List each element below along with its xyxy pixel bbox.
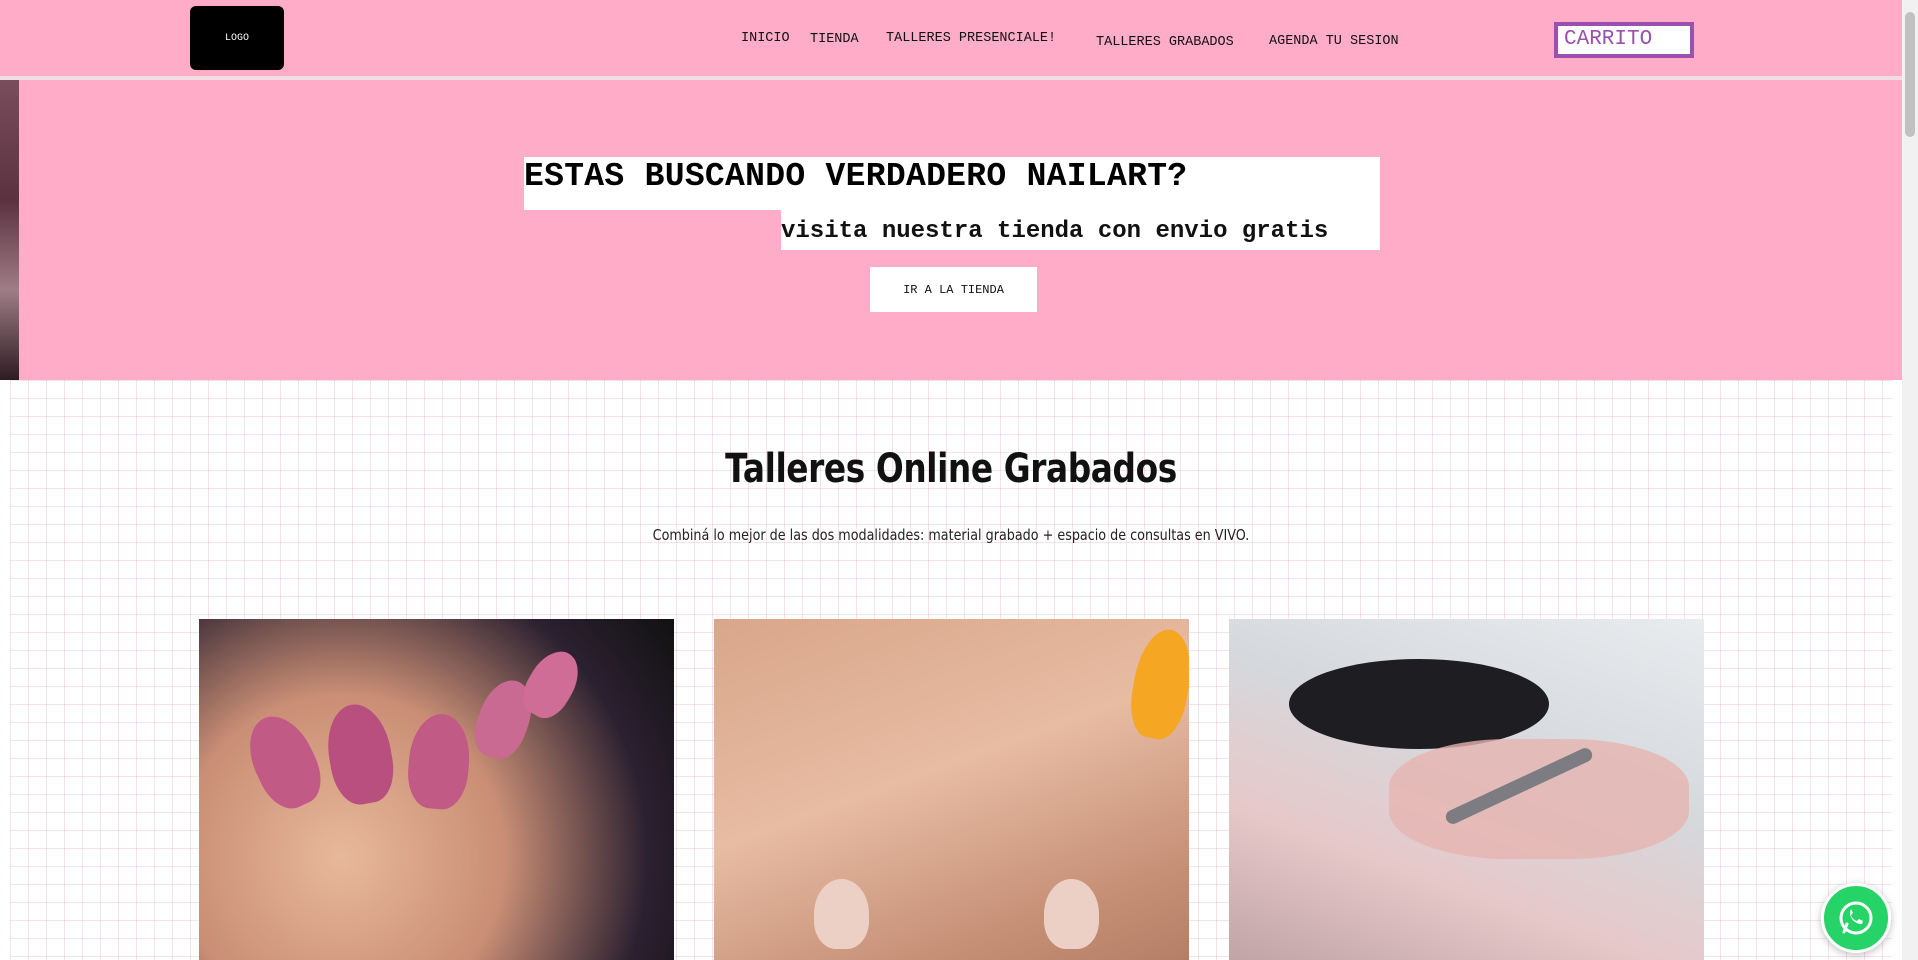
nav-item-talleres-grabados[interactable]: TALLERES GRABADOS: [1096, 35, 1234, 50]
nav-item-agenda[interactable]: AGENDA TU SESION: [1269, 34, 1399, 49]
nail-shape: [236, 705, 332, 818]
nail-shape: [404, 711, 474, 812]
workshop-card-image[interactable]: [1229, 619, 1704, 960]
nail-shape: [1124, 625, 1189, 743]
scrollbar-thumb[interactable]: [1905, 12, 1915, 137]
cart-button[interactable]: CARRITO: [1554, 22, 1694, 58]
hand-shape: [1389, 739, 1689, 859]
hero-title: ESTAS BUSCANDO VERDADERO NAILART?: [524, 158, 1188, 195]
section-subtitle: Combiná lo mejor de las dos modalidades:…: [652, 526, 1250, 544]
nail-shape: [1044, 879, 1099, 949]
workshop-card-image[interactable]: [714, 619, 1189, 960]
hero-background-image: [0, 80, 19, 380]
whatsapp-button[interactable]: [1821, 883, 1891, 953]
scrollbar[interactable]: [1902, 0, 1918, 960]
nail-shape: [320, 699, 400, 809]
nav-item-inicio[interactable]: INICIO: [741, 31, 790, 46]
workshop-card-image[interactable]: [199, 619, 674, 960]
logo[interactable]: LOGO: [190, 6, 284, 70]
nav-item-talleres-presenciales[interactable]: TALLERES PRESENCIALE!: [886, 31, 1056, 46]
lamp-shape: [1289, 659, 1549, 749]
whatsapp-icon: [1839, 901, 1873, 935]
site-header: LOGO INICIO TIENDA TALLERES PRESENCIALE!…: [0, 0, 1902, 80]
go-to-store-button[interactable]: IR A LA TIENDA: [870, 267, 1037, 312]
nav-item-tienda[interactable]: TIENDA: [810, 32, 859, 47]
hero-subtitle: visita nuestra tienda con envio gratis: [781, 218, 1329, 245]
nail-shape: [814, 879, 869, 949]
section-title: Talleres Online Grabados: [725, 446, 1177, 492]
